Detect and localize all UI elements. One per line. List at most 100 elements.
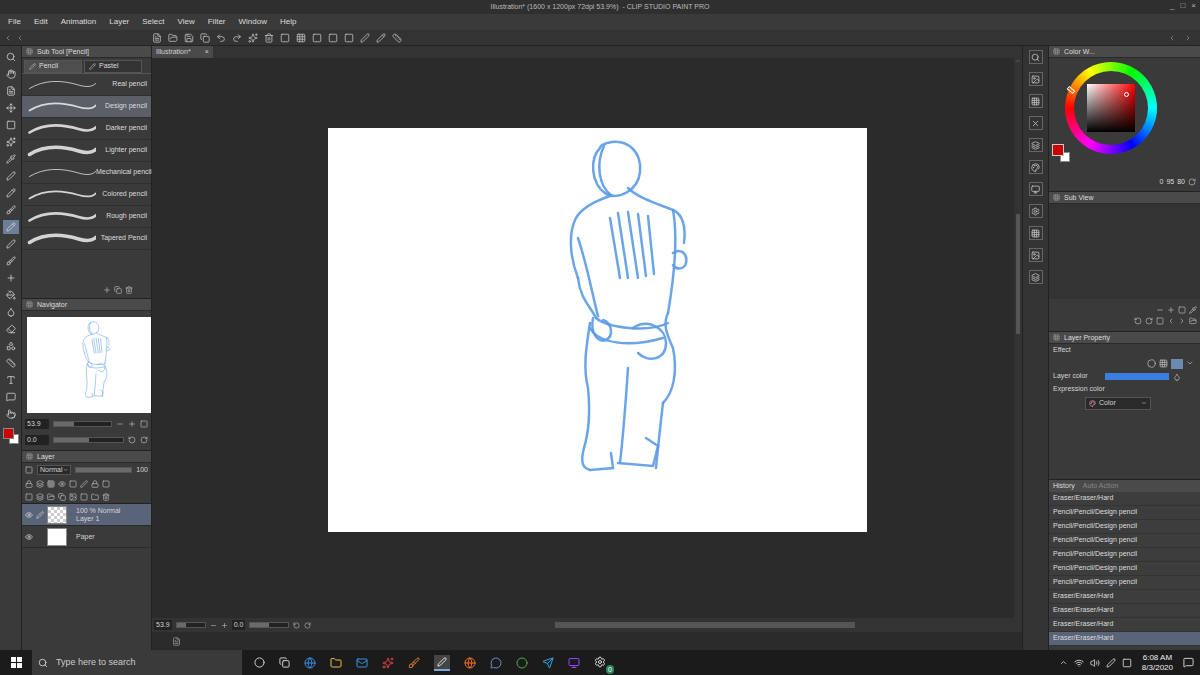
canvas-zoom-value[interactable]: 53.9 — [154, 620, 172, 631]
panel-toggle-button[interactable] — [1029, 160, 1043, 174]
history-item[interactable]: Eraser/Eraser/Hard — [1049, 492, 1200, 506]
effect-icon[interactable] — [1147, 359, 1156, 368]
grip-icon[interactable] — [1053, 48, 1060, 55]
panel-toggle-button[interactable] — [1029, 182, 1043, 196]
layer-tool-icon[interactable] — [47, 480, 55, 488]
steam-icon[interactable]: 0 — [594, 656, 608, 670]
brush-item[interactable]: Real pencil — [22, 74, 151, 96]
zoom-out-icon[interactable] — [210, 622, 217, 629]
brush-item[interactable]: Lighter pencil — [22, 140, 151, 162]
clock[interactable]: 6:08 AM8/3/2020 — [1138, 653, 1177, 673]
color-swatch[interactable] — [3, 428, 19, 444]
navigator-preview[interactable] — [27, 317, 151, 413]
view-tool-icon[interactable] — [1178, 317, 1186, 325]
opacity-value[interactable]: 100 — [136, 465, 148, 476]
tool-button[interactable] — [3, 220, 19, 234]
canvas-tab[interactable]: Illustration*× — [152, 46, 213, 58]
saturation-square[interactable] — [1087, 84, 1135, 132]
visibility-icon[interactable] — [25, 511, 33, 519]
view-tool-icon[interactable] — [1178, 306, 1186, 314]
collapse-icon[interactable] — [1168, 34, 1176, 42]
command-icon[interactable] — [296, 33, 306, 43]
canvas-zoom-slider[interactable] — [176, 622, 206, 628]
tool-button[interactable] — [3, 407, 19, 421]
view-tool-icon[interactable] — [1145, 317, 1153, 325]
command-icon[interactable] — [376, 33, 386, 43]
grip-icon[interactable] — [1053, 194, 1060, 201]
color-value[interactable]: 80 — [1177, 177, 1185, 188]
layer-row[interactable]: 100 % NormalLayer 1 — [22, 504, 151, 526]
menu-item[interactable]: Layer — [109, 16, 129, 28]
layer-action-icon[interactable] — [36, 493, 44, 501]
layer-tool-icon[interactable] — [91, 480, 99, 488]
history-item[interactable]: Eraser/Eraser/Hard — [1049, 632, 1200, 646]
pen-tray-icon[interactable] — [1106, 658, 1116, 668]
tool-button[interactable] — [3, 50, 19, 64]
timeline-icon[interactable] — [172, 637, 181, 646]
panel-toggle-button[interactable] — [1029, 50, 1043, 64]
panel-toggle-button[interactable] — [1029, 94, 1043, 108]
menu-item[interactable]: Help — [280, 16, 296, 28]
edge-icon[interactable] — [304, 657, 316, 669]
grip-icon[interactable] — [1053, 334, 1060, 341]
view-tool-icon[interactable] — [1134, 317, 1142, 325]
sub-tool-tab[interactable]: Pastel — [84, 60, 142, 73]
expression-color-select[interactable]: Color — [1085, 397, 1151, 410]
panel-toggle-button[interactable] — [1029, 138, 1043, 152]
rotation-slider[interactable] — [53, 437, 124, 443]
collapse-icon[interactable] — [16, 34, 24, 42]
panel-toggle-button[interactable] — [1029, 72, 1043, 86]
clip-studio-icon[interactable] — [434, 655, 450, 671]
brush-item[interactable]: Darker pencil — [22, 118, 151, 140]
view-tool-icon[interactable] — [1167, 317, 1175, 325]
history-item[interactable]: Eraser/Eraser/Hard — [1049, 590, 1200, 604]
tool-button[interactable] — [3, 84, 19, 98]
history-item[interactable]: Pencil/Pencil/Design pencil — [1049, 506, 1200, 520]
app-icon[interactable] — [382, 657, 394, 669]
layer-action-icon[interactable] — [80, 493, 88, 501]
panel-toggle-button[interactable] — [1029, 116, 1043, 130]
trash-icon[interactable] — [125, 286, 133, 294]
layer-action-icon[interactable] — [102, 493, 110, 501]
notifications-icon[interactable] — [1183, 657, 1194, 668]
brush-item[interactable]: Mechanical pencil — [22, 162, 151, 184]
copy-icon[interactable] — [114, 286, 122, 294]
panel-toggle-button[interactable] — [1029, 226, 1043, 240]
history-tab[interactable]: History — [1053, 481, 1075, 492]
tray-expand-icon[interactable] — [1059, 658, 1068, 667]
tool-button[interactable] — [3, 135, 19, 149]
tool-button[interactable] — [3, 118, 19, 132]
layer-color-bar[interactable] — [1105, 373, 1169, 380]
blend-mode-select[interactable]: Normal — [37, 465, 71, 475]
chrome-icon[interactable] — [516, 657, 528, 669]
layer-tool-icon[interactable] — [102, 480, 110, 488]
vertical-scrollbar[interactable] — [1014, 58, 1022, 618]
effect-color-button[interactable] — [1171, 359, 1183, 369]
telegram-icon[interactable] — [542, 657, 554, 669]
brush-item[interactable]: Rough pencil — [22, 206, 151, 228]
layer-tool-icon[interactable] — [58, 480, 66, 488]
expand-icon[interactable] — [1184, 34, 1192, 42]
tool-button[interactable] — [3, 390, 19, 404]
opacity-slider[interactable] — [75, 467, 132, 473]
tool-button[interactable] — [3, 186, 19, 200]
keyboard-icon[interactable] — [1122, 658, 1132, 668]
command-icon[interactable] — [264, 33, 274, 43]
layer-row[interactable]: Paper — [22, 526, 151, 548]
view-tool-icon[interactable] — [1156, 306, 1164, 314]
tool-button[interactable] — [3, 305, 19, 319]
layer-action-icon[interactable] — [47, 493, 55, 501]
tool-button[interactable] — [3, 67, 19, 81]
layer-tool-icon[interactable] — [36, 480, 44, 488]
firefox-icon[interactable] — [464, 657, 476, 669]
volume-icon[interactable] — [1090, 658, 1100, 668]
history-item[interactable]: Pencil/Pencil/Design pencil — [1049, 520, 1200, 534]
mail-icon[interactable] — [356, 657, 368, 669]
color-value[interactable]: 0 — [1160, 177, 1164, 188]
tool-button[interactable] — [3, 254, 19, 268]
history-item[interactable]: Eraser/Eraser/Hard — [1049, 604, 1200, 618]
brush-item[interactable]: Tapered Pencil — [22, 228, 151, 250]
color-value[interactable]: 95 — [1166, 177, 1174, 188]
sub-tool-tab[interactable]: Pencil — [24, 60, 82, 73]
command-icon[interactable] — [328, 33, 338, 43]
